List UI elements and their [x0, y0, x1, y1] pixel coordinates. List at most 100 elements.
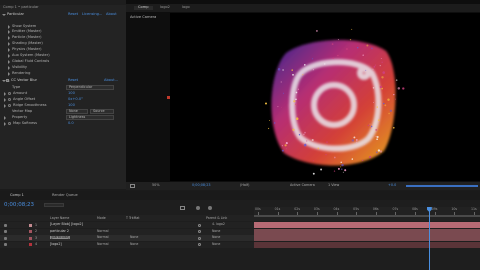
reset-link[interactable]: Reset	[68, 78, 78, 83]
stopwatch-icon[interactable]	[8, 121, 11, 125]
tab-comp-1[interactable]: Comp 1	[10, 193, 24, 198]
tab-render-queue[interactable]: Render Queue	[52, 193, 78, 198]
group-row[interactable]: Aux System (Master)	[0, 53, 126, 58]
layer-duration-bar[interactable]	[254, 235, 480, 241]
layer-name[interactable]: [logo2]	[50, 242, 62, 246]
search-input[interactable]	[44, 203, 64, 207]
collapsed-triangle-icon[interactable]	[8, 41, 10, 46]
visibility-eye-icon[interactable]	[4, 236, 7, 240]
group-row[interactable]: Physics (Master)	[0, 47, 126, 52]
layer-row[interactable]: 3 [particular] Normal None None	[0, 235, 254, 241]
current-time[interactable]: 0;00;08;23	[4, 202, 34, 209]
pickwhip-icon[interactable]	[198, 223, 201, 227]
visibility-eye-icon[interactable]	[4, 243, 7, 246]
playhead[interactable]	[428, 207, 430, 270]
stopwatch-icon[interactable]	[8, 97, 11, 101]
tab-comp[interactable]: Comp	[134, 5, 153, 11]
views-dropdown[interactable]: 1 View	[328, 183, 339, 187]
type-dropdown[interactable]: Perpendicular	[66, 84, 114, 90]
stopwatch-icon[interactable]	[8, 103, 11, 107]
effect-particular-row[interactable]: Particular Reset Licensing... About	[0, 12, 126, 17]
camera-dropdown[interactable]: Active Camera	[290, 183, 315, 187]
about-link[interactable]: About	[106, 12, 117, 17]
motion-blur-icon[interactable]	[196, 206, 200, 210]
particle-dot	[402, 87, 405, 90]
zoom-dropdown[interactable]: 50%	[152, 183, 160, 187]
layer-duration-bar[interactable]	[254, 228, 480, 235]
vector-map-source-dropdown[interactable]: Source	[90, 108, 114, 114]
tab-logo2[interactable]: logo2	[160, 5, 170, 10]
exposure-value[interactable]: +0.0	[388, 183, 396, 187]
fx-toggle-icon[interactable]: fx	[6, 78, 10, 82]
collapsed-triangle-icon[interactable]	[4, 115, 6, 120]
ruler-label: 05s	[353, 207, 359, 211]
collapsed-triangle-icon[interactable]	[8, 65, 10, 70]
layer-parent[interactable]: 4. logo2	[212, 222, 225, 226]
visibility-eye-icon[interactable]	[4, 223, 7, 227]
composition-viewer[interactable]	[170, 13, 480, 181]
group-row[interactable]: Rendering	[0, 71, 126, 76]
visibility-eye-icon[interactable]	[4, 230, 7, 233]
collapsed-triangle-icon[interactable]	[8, 59, 10, 64]
collapsed-triangle-icon[interactable]	[8, 53, 10, 58]
layer-trkmat[interactable]: None	[130, 242, 138, 246]
group-row[interactable]: Particle (Master)	[0, 35, 126, 40]
group-row[interactable]: Visibility	[0, 65, 126, 70]
property-value[interactable]: 0x+0.0°	[68, 97, 83, 102]
collapsed-triangle-icon[interactable]	[8, 24, 10, 29]
tool-icon[interactable]	[180, 206, 185, 210]
licensing-link[interactable]: Licensing...	[82, 12, 102, 17]
layer-parent[interactable]: None	[212, 235, 220, 239]
layer-duration-bar[interactable]	[254, 222, 480, 228]
collapsed-triangle-icon[interactable]	[8, 47, 10, 52]
monitor-icon[interactable]	[130, 184, 135, 188]
group-row[interactable]: Shading (Master)	[0, 41, 126, 46]
label-color-swatch[interactable]	[29, 223, 32, 227]
collapsed-triangle-icon[interactable]	[4, 91, 6, 96]
layer-name[interactable]: [Layer Blob] [logo2]	[50, 222, 83, 226]
layer-mode[interactable]: Normal	[97, 235, 109, 239]
stopwatch-icon[interactable]	[8, 91, 11, 95]
layer-duration-bar[interactable]	[254, 241, 480, 248]
layer-row[interactable]: 4 [logo2] Normal None None	[0, 241, 254, 248]
resolution-dropdown[interactable]: (Half)	[240, 183, 249, 187]
collapsed-triangle-icon[interactable]	[8, 71, 10, 76]
layer-mode[interactable]: Normal	[97, 242, 109, 246]
collapsed-triangle-icon[interactable]	[4, 103, 6, 108]
reset-link[interactable]: Reset	[68, 12, 78, 17]
layer-parent[interactable]: None	[212, 229, 220, 233]
property-value[interactable]: 0.0	[68, 121, 74, 126]
layer-name[interactable]: [particular]	[50, 235, 71, 240]
graph-editor-icon[interactable]	[208, 206, 212, 210]
work-area-bar[interactable]	[254, 215, 480, 217]
effect-vector-blur-row[interactable]: fx CC Vector Blur Reset About...	[0, 78, 126, 83]
particle-dot	[295, 91, 298, 94]
label-color-swatch[interactable]	[29, 236, 32, 240]
property-value[interactable]: 100	[68, 103, 75, 108]
layer-name[interactable]: particular 2	[50, 229, 69, 233]
expand-triangle-icon[interactable]	[2, 13, 6, 16]
group-row[interactable]: Emitter (Master)	[0, 29, 126, 34]
about-link[interactable]: About...	[104, 78, 118, 83]
pickwhip-icon[interactable]	[198, 243, 201, 246]
property-value[interactable]: 100	[68, 91, 75, 96]
layer-parent[interactable]: None	[212, 242, 220, 246]
pickwhip-icon[interactable]	[198, 230, 201, 233]
collapsed-triangle-icon[interactable]	[4, 97, 6, 102]
comp-timecode[interactable]: 0;00;08;23	[192, 183, 211, 187]
label-color-swatch[interactable]	[29, 243, 32, 246]
collapsed-triangle-icon[interactable]	[4, 121, 6, 126]
tab-logo[interactable]: logo	[182, 5, 190, 10]
group-row[interactable]: Global Fluid Controls	[0, 59, 126, 64]
layer-row[interactable]: 2 particular 2 Normal None	[0, 228, 254, 235]
time-ruler[interactable]: 00s 01s 02s 03s 04s 05s 06s 07s 08s 09s 10s 11s	[254, 207, 480, 221]
layer-row[interactable]: 1 [Layer Blob] [logo2] 4. logo2	[0, 222, 254, 228]
collapsed-triangle-icon[interactable]	[8, 29, 10, 34]
property-dropdown[interactable]: Lightness	[66, 114, 114, 120]
vector-map-layer-dropdown[interactable]: None	[66, 108, 88, 114]
layer-trkmat[interactable]: None	[130, 235, 138, 239]
pickwhip-icon[interactable]	[198, 236, 201, 240]
layer-mode[interactable]: Normal	[97, 229, 109, 233]
collapsed-triangle-icon[interactable]	[8, 35, 10, 40]
label-color-swatch[interactable]	[29, 230, 32, 233]
